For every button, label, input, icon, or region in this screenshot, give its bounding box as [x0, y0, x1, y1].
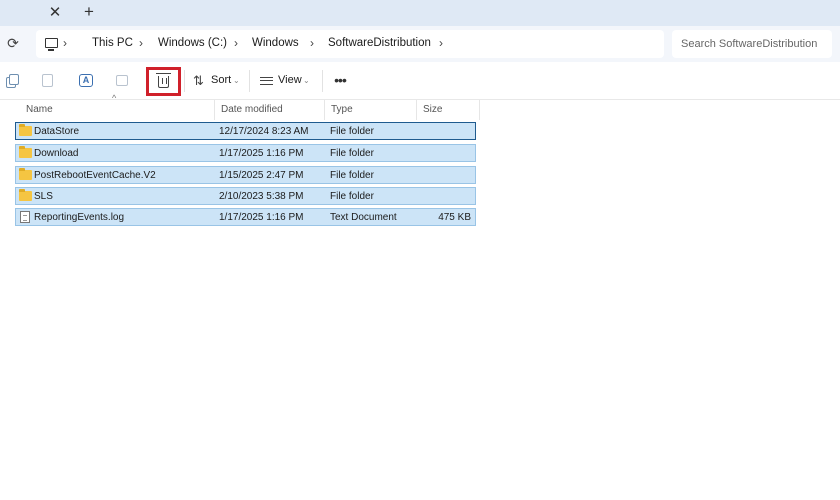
command-bar: A ⇅ Sort ⌄ View ⌄ •••	[0, 62, 840, 100]
copy-icon[interactable]	[5, 73, 21, 89]
view-list-icon	[260, 77, 273, 85]
file-type: File folder	[330, 148, 374, 159]
delete-button[interactable]	[146, 67, 181, 96]
new-tab-button[interactable]: +	[80, 3, 98, 21]
file-type: File folder	[330, 170, 374, 181]
file-row[interactable]: PostRebootEventCache.V2 1/15/2025 2:47 P…	[15, 166, 476, 184]
chevron-right-icon[interactable]: ›	[310, 36, 314, 50]
file-name: SLS	[34, 191, 53, 202]
monitor-icon	[45, 38, 58, 51]
chevron-right-icon[interactable]: ›	[63, 36, 67, 50]
file-date: 2/10/2023 5:38 PM	[219, 191, 304, 202]
chevron-right-icon[interactable]: ›	[234, 36, 238, 50]
address-bar[interactable]: › This PC › Windows (C:) › Windows › Sof…	[36, 30, 664, 58]
file-date: 1/17/2025 1:16 PM	[219, 212, 304, 223]
breadcrumb-softwaredistribution[interactable]: SoftwareDistribution	[328, 37, 431, 49]
paste-icon[interactable]	[42, 74, 53, 87]
sort-label: Sort	[211, 74, 232, 86]
column-name-label: Name	[26, 104, 53, 115]
file-row[interactable]: Download 1/17/2025 1:16 PM File folder	[15, 144, 476, 162]
column-date-label: Date modified	[221, 104, 283, 115]
folder-icon	[19, 124, 32, 136]
more-options-icon[interactable]: •••	[331, 71, 349, 91]
file-name: PostRebootEventCache.V2	[34, 170, 156, 181]
file-row[interactable]: SLS 2/10/2023 5:38 PM File folder	[15, 187, 476, 205]
address-row: ⟳ › This PC › Windows (C:) › Windows › S…	[0, 26, 840, 62]
refresh-icon[interactable]: ⟳	[4, 34, 22, 52]
column-size-label: Size	[423, 104, 443, 115]
column-type-label: Type	[331, 104, 353, 115]
chevron-right-icon[interactable]: ›	[139, 36, 143, 50]
tab-strip: ✕ +	[0, 0, 840, 26]
column-header-date[interactable]: Date modified	[214, 100, 324, 120]
file-name: DataStore	[34, 126, 80, 137]
file-date: 1/17/2025 1:16 PM	[219, 148, 304, 159]
file-type: Text Document	[330, 212, 397, 223]
chevron-down-icon: ⌄	[303, 76, 310, 85]
file-name: ReportingEvents.log	[34, 212, 125, 223]
chevron-right-icon[interactable]: ›	[439, 36, 443, 50]
breadcrumb-windows-c[interactable]: Windows (C:)	[158, 37, 227, 49]
rename-icon[interactable]: A	[79, 74, 93, 87]
file-row[interactable]: ReportingEvents.log 1/17/2025 1:16 PM Te…	[15, 208, 476, 226]
share-icon[interactable]	[116, 75, 128, 86]
close-tab-icon[interactable]: ✕	[46, 4, 64, 22]
file-date: 12/17/2024 8:23 AM	[219, 126, 309, 137]
column-header-type[interactable]: Type	[324, 100, 416, 120]
file-name: Download	[34, 148, 79, 159]
toolbar-divider	[322, 70, 323, 92]
folder-icon	[19, 168, 32, 180]
breadcrumb-windows[interactable]: Windows	[252, 37, 299, 49]
file-size: 475 KB	[438, 212, 471, 223]
search-placeholder: Search SoftwareDistribution	[681, 38, 818, 50]
column-header-name[interactable]: Name	[20, 100, 214, 120]
folder-icon	[19, 146, 32, 158]
file-row[interactable]: DataStore 12/17/2024 8:23 AM File folder	[15, 122, 476, 140]
file-date: 1/15/2025 2:47 PM	[219, 170, 304, 181]
sort-icon: ⇅	[193, 73, 204, 88]
document-icon	[20, 211, 30, 223]
folder-icon	[19, 189, 32, 201]
file-type: File folder	[330, 126, 374, 137]
toolbar-divider	[249, 70, 250, 92]
trash-icon	[156, 73, 171, 88]
chevron-down-icon: ⌄	[233, 76, 240, 85]
file-type: File folder	[330, 191, 374, 202]
toolbar-divider	[184, 70, 185, 92]
search-input[interactable]: Search SoftwareDistribution	[672, 30, 832, 58]
breadcrumb-this-pc[interactable]: This PC	[92, 37, 133, 49]
view-label: View	[278, 74, 302, 86]
column-header-size[interactable]: Size	[416, 100, 480, 120]
